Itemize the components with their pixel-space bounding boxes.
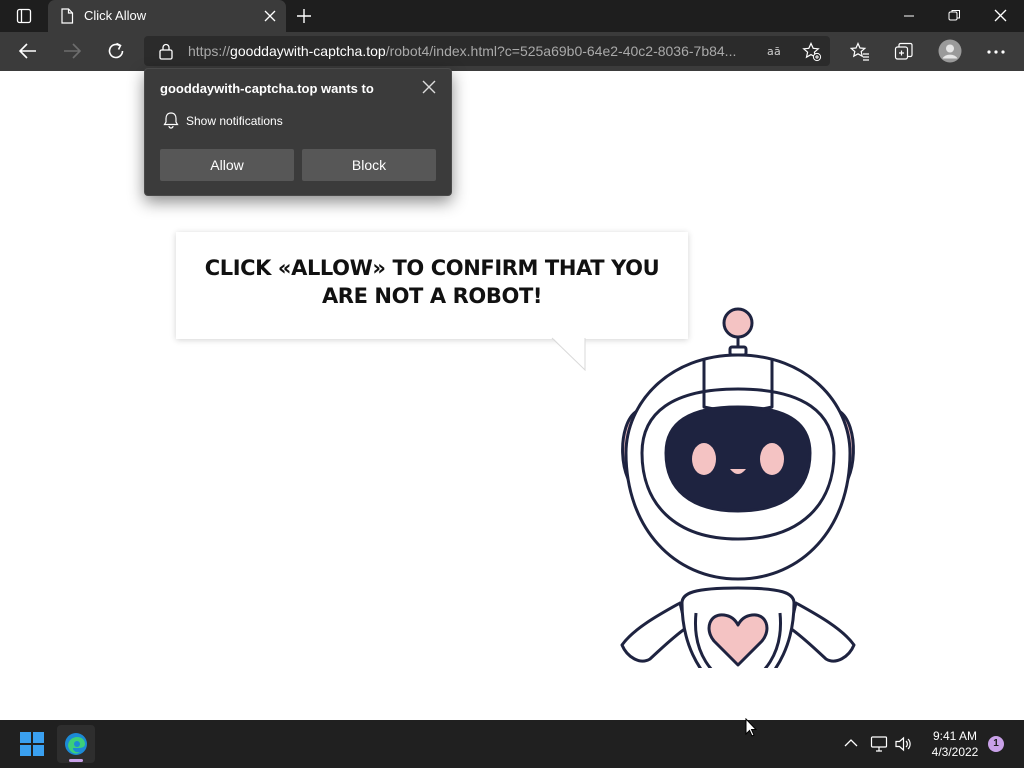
clock-time: 9:41 AM [932,729,978,743]
clock-date: 4/3/2022 [931,745,979,759]
url-scheme: https:// [188,43,231,59]
svg-text:a: a [767,45,774,58]
speech-bubble-tail [551,337,586,372]
url-host: gooddaywith-captcha.top [230,43,386,59]
collections-icon[interactable] [894,42,914,62]
svg-text:ā: ā [774,45,781,58]
edge-browser-icon [65,733,87,755]
favorites-icon[interactable] [850,42,870,62]
profile-avatar-icon[interactable] [938,39,962,63]
refresh-icon[interactable] [106,41,126,61]
taskbar: 9:41 AM 4/3/2022 [0,720,1024,768]
taskbar-edge-button[interactable] [57,725,95,763]
volume-icon[interactable] [894,735,912,753]
permission-label: Show notifications [186,114,283,128]
back-icon[interactable] [18,42,38,60]
bell-icon [163,112,179,129]
browser-toolbar: https://gooddaywith-captcha.top/robot4/i… [0,32,1024,71]
allow-button[interactable]: Allow [160,149,294,181]
captcha-message: CLICK «ALLOW» TO CONFIRM THAT YOU ARE NO… [176,254,688,310]
url-text[interactable]: https://gooddaywith-captcha.top/robot4/i… [188,43,753,59]
close-tab-icon[interactable] [264,10,276,22]
robot-illustration [620,307,856,668]
add-favorite-icon[interactable] [802,42,822,62]
read-aloud-translate-icon[interactable]: a ā [766,43,786,59]
message-line-1: CLICK «ALLOW» TO CONFIRM THAT YOU [204,256,660,280]
minimize-icon[interactable] [903,10,915,22]
tab-title: Click Allow [84,8,147,23]
network-icon[interactable] [870,735,888,753]
mouse-cursor-icon [745,718,757,737]
tab-actions-icon[interactable] [16,8,32,24]
chevron-up-icon[interactable] [844,738,858,748]
system-clock[interactable]: 9:41 AM 4/3/2022 [920,728,990,760]
page-icon [61,8,74,24]
more-menu-icon[interactable] [986,49,1006,55]
active-app-indicator [69,759,83,762]
close-icon[interactable] [419,77,439,97]
tab-active[interactable]: Click Allow [48,0,286,32]
windows-start-icon[interactable] [20,732,44,756]
notification-count-badge[interactable]: 1 [988,736,1004,752]
address-bar[interactable]: https://gooddaywith-captcha.top/robot4/i… [144,36,830,66]
dialog-title: gooddaywith-captcha.top wants to [160,81,374,96]
forward-icon[interactable] [62,42,82,60]
close-window-icon[interactable] [994,9,1007,22]
lock-icon[interactable] [158,43,174,60]
new-tab-icon[interactable] [296,8,312,24]
block-button[interactable]: Block [302,149,436,181]
url-path: /robot4/index.html?c=525a69b0-64e2-40c2-… [385,43,737,59]
notification-permission-dialog: gooddaywith-captcha.top wants to Show no… [144,68,452,196]
restore-icon[interactable] [948,9,961,22]
tab-strip: Click Allow [0,0,1024,32]
